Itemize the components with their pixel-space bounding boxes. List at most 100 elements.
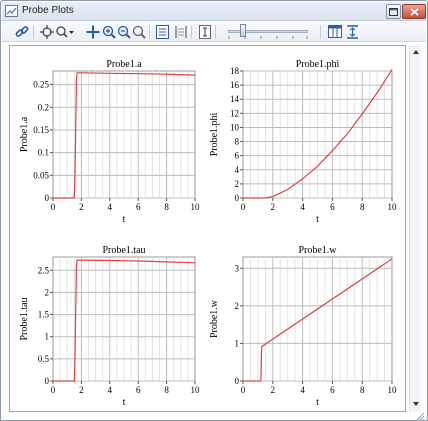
y-axis-label: Probe1.w xyxy=(209,299,220,338)
y-tick-label: 8 xyxy=(235,137,240,147)
toolbar-separator xyxy=(320,25,321,39)
zoom-reset-icon xyxy=(132,25,146,39)
y-tick-label: 0 xyxy=(45,193,50,203)
x-axis-label: t xyxy=(316,214,319,225)
plots-panel: 0 2 4 6 8 10 0 0.05 0.1 0.15 0.2 0.25 Probe1.a t Probe… xyxy=(9,45,406,412)
x-tick-label: 0 xyxy=(51,385,56,395)
x-tick-label: 8 xyxy=(360,202,365,212)
zoom-in-icon xyxy=(102,25,116,39)
y-tick-label: 4 xyxy=(235,165,240,175)
grid-view-button[interactable] xyxy=(154,23,171,40)
zoom-axis-dropdown[interactable] xyxy=(55,23,75,40)
x-tick-label: 8 xyxy=(164,202,169,212)
x-tick-label: 4 xyxy=(108,202,113,212)
y-tick-label: 0.15 xyxy=(33,125,49,135)
link-icon xyxy=(15,25,28,37)
x-tick-label: 0 xyxy=(51,202,56,212)
y-tick-label: 0.25 xyxy=(33,80,49,90)
x-tick-label: 6 xyxy=(330,385,335,395)
y-tick-label: 2 xyxy=(45,287,50,297)
y-tick-label: 3 xyxy=(235,263,240,273)
x-tick-label: 6 xyxy=(136,202,141,212)
zoom-out-icon xyxy=(117,25,131,39)
x-tick-label: 6 xyxy=(136,385,141,395)
x-tick-label: 10 xyxy=(388,385,398,395)
x-tick-label: 4 xyxy=(300,385,305,395)
y-tick-label: 0 xyxy=(45,376,50,386)
x-tick-label: 10 xyxy=(191,385,201,395)
x-axis-label: t xyxy=(123,214,126,225)
plot-probe1-phi[interactable]: 0 2 4 6 8 10 0 2 4 6 8 10 12 14 16 18 Probe1.phi t Probe1.… xyxy=(209,59,397,225)
plot-probe1-a[interactable]: 0 2 4 6 8 10 0 0.05 0.1 0.15 0.2 0.25 Probe1.a t Probe… xyxy=(19,59,200,225)
y-tick-label: 0 xyxy=(235,376,240,386)
title-bar[interactable]: Probe Plots xyxy=(2,2,426,21)
x-tick-label: 0 xyxy=(241,385,246,395)
x-tick-label: 2 xyxy=(79,202,84,212)
maximize-button[interactable] xyxy=(386,4,401,19)
toolbar-separator xyxy=(191,25,192,39)
close-icon xyxy=(409,7,419,16)
y-tick-label: 2.5 xyxy=(38,265,50,275)
pan-crosshair-icon xyxy=(39,24,54,39)
window-title: Probe Plots xyxy=(22,5,74,16)
plot-title: Probe1.w xyxy=(298,245,337,256)
x-tick-label: 4 xyxy=(108,385,113,395)
plot-probe1-tau[interactable]: 0 2 4 6 8 10 0 0.5 1 1.5 2 2.5 Probe1.tau t Probe1.tau xyxy=(19,245,200,408)
text-cursor-icon xyxy=(198,24,211,39)
maximize-icon xyxy=(389,7,398,16)
x-tick-label: 8 xyxy=(360,385,365,395)
time-slider-thumb[interactable] xyxy=(240,24,246,37)
fit-vertical-button[interactable] xyxy=(344,23,361,40)
y-tick-label: 1.5 xyxy=(38,310,50,320)
y-tick-label: 6 xyxy=(235,151,240,161)
plot-title: Probe1.phi xyxy=(296,59,340,70)
y-tick-label: 12 xyxy=(230,108,239,118)
vertical-scrollbar[interactable] xyxy=(409,45,421,412)
pan-crosshair-button[interactable] xyxy=(38,23,55,40)
layout-columns-icon xyxy=(327,25,342,38)
y-tick-label: 2 xyxy=(235,301,240,311)
text-cursor-button[interactable] xyxy=(196,23,213,40)
zoom-axis-dropdown-icon xyxy=(56,25,74,38)
scroll-up-icon[interactable] xyxy=(412,48,420,56)
plot-toolbar xyxy=(2,22,426,42)
link-button[interactable] xyxy=(13,23,30,40)
close-button[interactable] xyxy=(402,4,426,19)
x-tick-label: 6 xyxy=(330,202,335,212)
y-tick-label: 18 xyxy=(230,66,240,76)
layout-columns-button[interactable] xyxy=(326,23,343,40)
y-tick-label: 0 xyxy=(235,193,240,203)
y-tick-label: 2 xyxy=(235,179,240,189)
move-icon xyxy=(86,25,99,38)
y-axis-label: Probe1.a xyxy=(19,116,30,152)
y-tick-label: 0.5 xyxy=(38,354,50,364)
x-tick-label: 0 xyxy=(241,202,246,212)
toolbar-separator xyxy=(33,25,34,39)
resize-grip-icon[interactable] xyxy=(413,411,425,421)
x-tick-label: 2 xyxy=(271,385,276,395)
align-button[interactable] xyxy=(172,23,189,40)
toolbar-separator xyxy=(149,25,150,39)
fit-vertical-icon xyxy=(347,24,358,39)
x-tick-label: 2 xyxy=(79,385,84,395)
x-tick-label: 2 xyxy=(271,202,276,212)
y-tick-label: 0.1 xyxy=(38,148,49,158)
chart-app-icon xyxy=(5,5,18,17)
toolbar-separator xyxy=(215,25,216,39)
grid-view-icon xyxy=(156,24,169,39)
scroll-down-icon[interactable] xyxy=(412,400,420,408)
y-tick-label: 1 xyxy=(45,332,50,342)
y-tick-label: 1 xyxy=(235,338,240,348)
plot-title: Probe1.tau xyxy=(102,245,145,256)
x-tick-label: 10 xyxy=(388,202,398,212)
plots-canvas: 0 2 4 6 8 1000.050.10.150.20.25Probe1.atProbe… xyxy=(19,59,397,408)
x-axis-label: t xyxy=(316,397,319,408)
zoom-reset-button[interactable] xyxy=(130,23,147,40)
y-tick-label: 16 xyxy=(230,80,240,90)
plot-title: Probe1.a xyxy=(106,59,142,70)
x-axis-label: t xyxy=(123,397,126,408)
move-button[interactable] xyxy=(84,23,101,40)
x-tick-label: 4 xyxy=(300,202,305,212)
plot-probe1-w[interactable]: 0 2 4 6 8 10 0 1 2 3 Probe1.w t Probe1.w xyxy=(209,245,397,408)
y-tick-label: 14 xyxy=(230,94,240,104)
